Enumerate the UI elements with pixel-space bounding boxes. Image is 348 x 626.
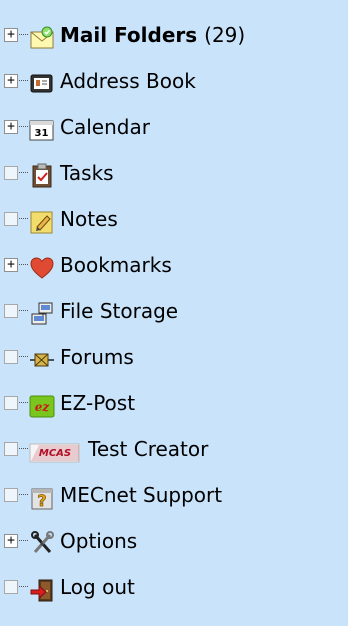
empty-toggle (4, 350, 18, 364)
tree-item-mecnet-support[interactable]: ? MECnet Support (0, 476, 348, 516)
tree-connector (19, 586, 28, 587)
expand-toggle[interactable]: + (4, 534, 18, 548)
tree-item-label: Options (60, 529, 138, 553)
empty-toggle (4, 488, 18, 502)
expand-toggle[interactable]: + (4, 28, 18, 42)
tree-item-forums[interactable]: Forums (0, 338, 348, 378)
notes-icon (29, 209, 55, 235)
empty-toggle (4, 212, 18, 226)
tree-item-tasks[interactable]: Tasks (0, 154, 348, 194)
tree-item-label: Tasks (60, 161, 114, 185)
ez-post-icon: ez (29, 393, 55, 419)
tree-connector (19, 264, 28, 265)
tree-connector (19, 34, 28, 35)
tree-item-label: Log out (60, 575, 135, 599)
tree-item-label: Notes (60, 207, 118, 231)
calendar-icon: 31 (29, 117, 55, 143)
tree-item-label: Calendar (60, 115, 150, 139)
tree-connector (19, 356, 28, 357)
tree-item-label: Address Book (60, 69, 196, 93)
support-icon: ? (29, 485, 55, 511)
expand-toggle[interactable]: + (4, 258, 18, 272)
tree-item-bookmarks[interactable]: + Bookmarks (0, 246, 348, 286)
tree-item-label: Mail Folders (29) (60, 23, 246, 47)
address-book-icon (29, 71, 55, 97)
calendar-icon-text: 31 (35, 128, 49, 139)
tree-item-label: File Storage (60, 299, 179, 323)
unread-count: (29) (204, 23, 246, 47)
svg-text:?: ? (37, 491, 46, 510)
empty-toggle (4, 304, 18, 318)
tree-item-calendar[interactable]: + 31 Calendar (0, 108, 348, 148)
tree-connector (19, 218, 28, 219)
empty-toggle (4, 442, 18, 456)
forums-icon (29, 347, 55, 373)
tree-connector (19, 172, 28, 173)
tree-connector (19, 494, 28, 495)
tree-connector (19, 310, 28, 311)
expand-toggle[interactable]: + (4, 120, 18, 134)
tree-item-notes[interactable]: Notes (0, 200, 348, 240)
tree-item-options[interactable]: + Options (0, 522, 348, 562)
tree-item-file-storage[interactable]: File Storage (0, 292, 348, 332)
tree-item-log-out[interactable]: Log out (0, 568, 348, 608)
tree-item-label: EZ-Post (60, 391, 136, 415)
tasks-icon (29, 163, 55, 189)
mcas-icon-text: MCAS (39, 448, 71, 459)
tree-connector (19, 540, 28, 541)
tree-item-label: Bookmarks (60, 253, 172, 277)
tree-item-mail-folders[interactable]: + Mail Folders (29) (0, 16, 348, 56)
heart-icon (29, 255, 55, 281)
expand-toggle[interactable]: + (4, 74, 18, 88)
tree-item-label: Forums (60, 345, 134, 369)
tree-item-address-book[interactable]: + Address Book (0, 62, 348, 102)
mail-icon (29, 25, 55, 51)
tree-connector (19, 402, 28, 403)
ez-post-icon-text: ez (35, 400, 51, 414)
navigation-tree: + Mail Folders (29) + Address Book + 31 … (0, 0, 348, 626)
empty-toggle (4, 396, 18, 410)
empty-toggle (4, 580, 18, 594)
file-storage-icon (29, 301, 55, 327)
tree-item-ez-post[interactable]: ez EZ-Post (0, 384, 348, 424)
tree-item-test-creator[interactable]: MCAS Test Creator (0, 430, 348, 470)
tree-item-label: Test Creator (88, 437, 209, 461)
tools-icon (29, 531, 55, 557)
tree-connector (19, 448, 28, 449)
tree-item-label: MECnet Support (60, 483, 223, 507)
empty-toggle (4, 166, 18, 180)
tree-connector (19, 126, 28, 127)
mcas-icon: MCAS (29, 439, 81, 465)
logout-icon (29, 577, 55, 603)
tree-connector (19, 80, 28, 81)
